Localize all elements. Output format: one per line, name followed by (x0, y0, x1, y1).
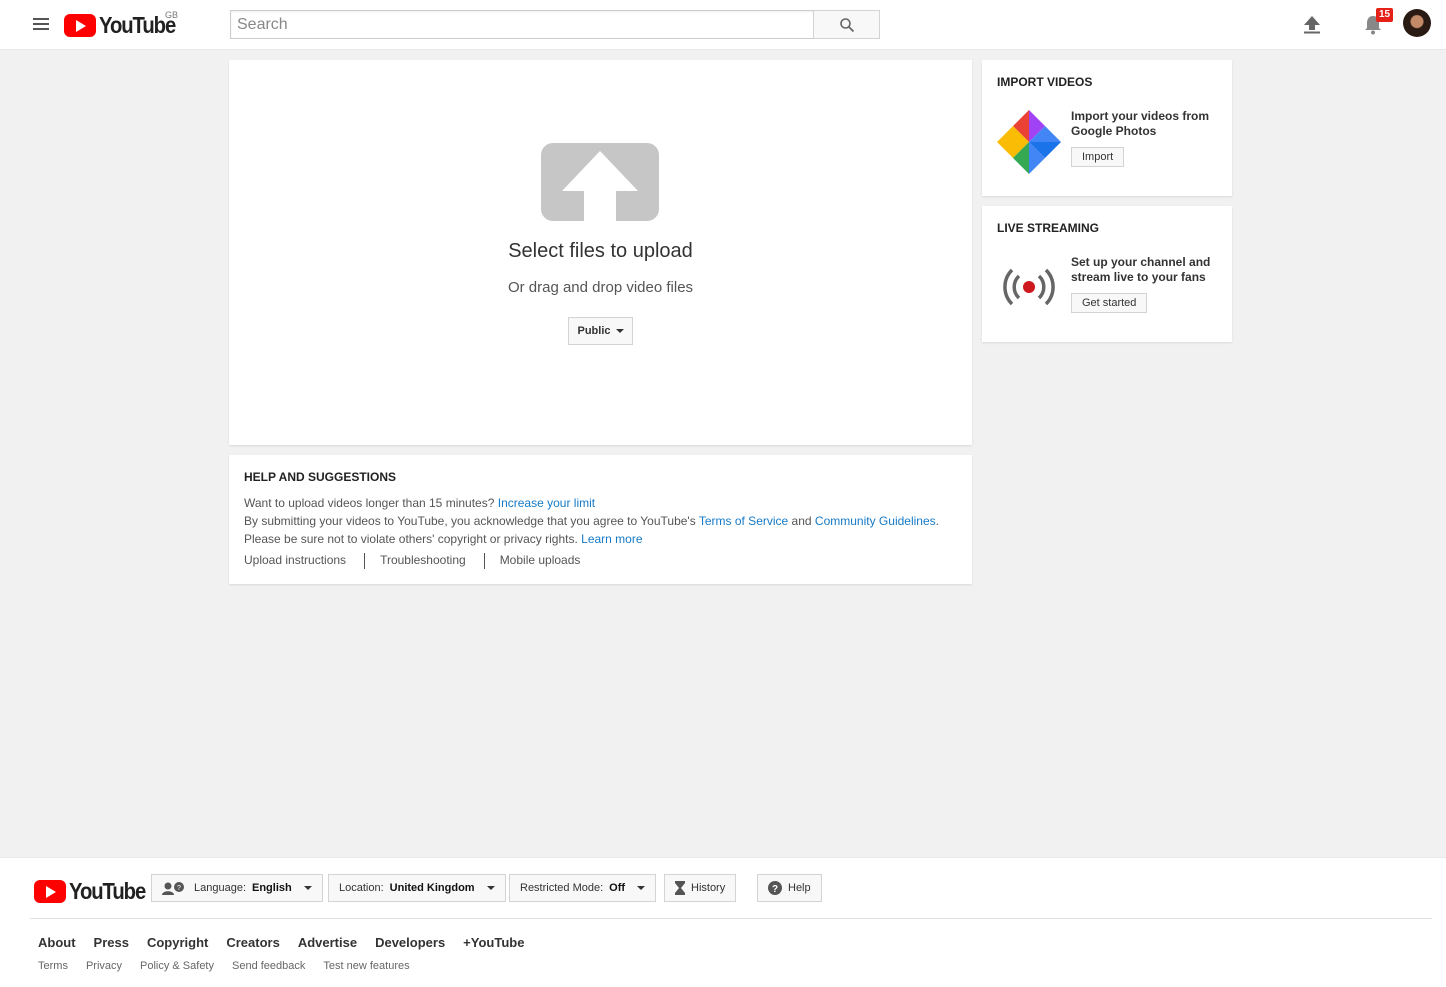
youtube-play-icon (34, 880, 66, 903)
get-started-button[interactable]: Get started (1071, 293, 1148, 313)
search-button[interactable] (813, 10, 880, 39)
footer-link-copyright[interactable]: Copyright (147, 935, 208, 950)
logo-text: YouTube (99, 12, 176, 38)
menu-icon[interactable] (33, 18, 49, 32)
live-broadcast-icon (999, 264, 1059, 315)
import-videos-card: IMPORT VIDEOS Import your videos from Go… (982, 60, 1232, 196)
location-value: United Kingdom (389, 882, 475, 894)
hourglass-icon (675, 881, 685, 895)
help-limit-text: Want to upload videos longer than 15 min… (244, 496, 495, 510)
notification-badge: 15 (1376, 8, 1394, 22)
terms-of-service-link[interactable]: Terms of Service (699, 514, 788, 528)
footer-link-advertise[interactable]: Advertise (298, 935, 357, 950)
footer-logo-text: YouTube (69, 878, 146, 904)
caret-down-icon (615, 329, 624, 333)
youtube-logo[interactable]: YouTube GB (64, 10, 186, 39)
language-value: English (252, 882, 292, 894)
help-line-terms: By submitting your videos to YouTube, yo… (244, 514, 939, 528)
live-streaming-card: LIVE STREAMING Set up your channel and s… (982, 206, 1232, 342)
divider (364, 553, 366, 569)
footer-link-about[interactable]: About (38, 935, 76, 950)
caret-down-icon (303, 886, 312, 890)
caret-down-icon (486, 886, 495, 890)
footer-youtube-logo[interactable]: YouTube (34, 878, 156, 905)
upload-title[interactable]: Select files to upload (229, 240, 972, 263)
privacy-dropdown[interactable]: Public (568, 317, 633, 345)
search-icon (840, 18, 855, 33)
upload-instructions-link[interactable]: Upload instructions (244, 553, 346, 569)
footer-link-creators[interactable]: Creators (226, 935, 279, 950)
import-button[interactable]: Import (1071, 147, 1125, 167)
restricted-label: Restricted Mode: (520, 882, 604, 894)
upload-arrow-icon[interactable] (541, 143, 659, 226)
live-streaming-heading: LIVE STREAMING (997, 221, 1100, 235)
footer-link-test-features[interactable]: Test new features (323, 960, 409, 972)
footer-primary-links: About Press Copyright Creators Advertise… (38, 935, 542, 950)
increase-limit-link[interactable]: Increase your limit (498, 496, 595, 510)
footer-link-plus-youtube[interactable]: +YouTube (463, 935, 524, 950)
help-terms-text: By submitting your videos to YouTube, yo… (244, 514, 696, 528)
youtube-play-icon (64, 14, 96, 37)
footer-link-privacy[interactable]: Privacy (86, 960, 122, 972)
help-heading: HELP AND SUGGESTIONS (244, 470, 397, 484)
footer-divider (30, 918, 1432, 919)
help-links: Upload instructions Troubleshooting Mobi… (244, 553, 580, 569)
upload-card: Select files to upload Or drag and drop … (229, 60, 972, 445)
footer-link-developers[interactable]: Developers (375, 935, 445, 950)
help-line-limit: Want to upload videos longer than 15 min… (244, 496, 595, 510)
divider (483, 553, 485, 569)
footer-link-policy-safety[interactable]: Policy & Safety (140, 960, 214, 972)
help-line-copyright: Please be sure not to violate others' co… (244, 532, 643, 546)
search-input[interactable] (230, 10, 814, 39)
svg-text:?: ? (177, 885, 181, 892)
help-period: . (935, 514, 939, 528)
language-label: Language: (194, 882, 246, 894)
language-icon: ? (162, 882, 184, 895)
location-button[interactable]: Location: United Kingdom (328, 874, 506, 902)
google-photos-icon (997, 110, 1061, 179)
location-label: Location: (339, 882, 384, 894)
language-button[interactable]: ? Language: English (151, 874, 323, 902)
history-label: History (691, 882, 726, 894)
footer: YouTube ? Language: English Location: Unit… (0, 857, 1446, 987)
footer-link-terms[interactable]: Terms (38, 960, 68, 972)
troubleshooting-link[interactable]: Troubleshooting (380, 553, 466, 569)
help-icon: ? (768, 881, 782, 895)
avatar[interactable] (1403, 9, 1431, 37)
masthead: YouTube GB 15 (0, 0, 1446, 50)
restricted-value: Off (609, 882, 626, 894)
svg-text:?: ? (772, 884, 778, 895)
import-text: Import your videos from Google Photos (1071, 109, 1210, 138)
import-heading: IMPORT VIDEOS (997, 75, 1093, 89)
history-button[interactable]: History (664, 874, 737, 902)
privacy-value: Public (577, 325, 611, 337)
community-guidelines-link[interactable]: Community Guidelines (815, 514, 936, 528)
help-label: Help (788, 882, 811, 894)
help-button[interactable]: ? Help (757, 874, 822, 902)
restricted-mode-button[interactable]: Restricted Mode: Off (509, 874, 657, 902)
help-card: HELP AND SUGGESTIONS Want to upload vide… (229, 455, 972, 584)
help-and-text: and (791, 514, 812, 528)
upload-icon[interactable] (1303, 15, 1321, 39)
footer-secondary-links: Terms Privacy Policy & Safety Send feedb… (38, 960, 428, 972)
mobile-uploads-link[interactable]: Mobile uploads (500, 553, 581, 569)
learn-more-link[interactable]: Learn more (581, 532, 642, 546)
caret-down-icon (637, 886, 646, 890)
upload-subtitle: Or drag and drop video files (507, 279, 694, 296)
live-streaming-text: Set up your channel and stream live to y… (1071, 255, 1211, 284)
country-code: GB (165, 10, 179, 20)
help-copyright-text: Please be sure not to violate others' co… (244, 532, 578, 546)
footer-link-press[interactable]: Press (94, 935, 129, 950)
footer-link-send-feedback[interactable]: Send feedback (232, 960, 305, 972)
